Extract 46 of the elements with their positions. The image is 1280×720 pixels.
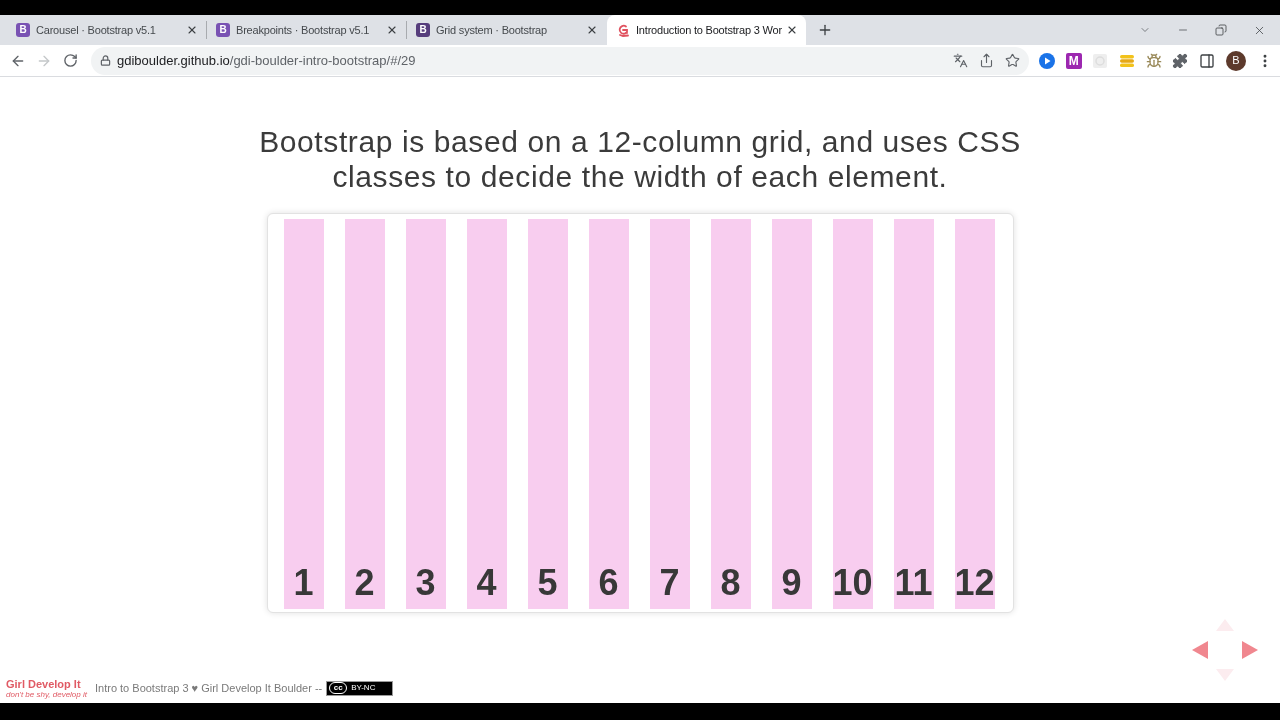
restore-icon[interactable] — [1215, 24, 1227, 36]
license-badge[interactable]: cc BY-NC — [326, 680, 394, 696]
column-number: 10 — [832, 565, 873, 601]
side-panel-icon[interactable] — [1199, 52, 1216, 69]
bookmark-star-icon[interactable] — [1005, 53, 1020, 68]
column-number: 5 — [537, 565, 558, 601]
next-arrow-icon[interactable] — [1242, 641, 1258, 659]
browser-tab[interactable]: B Grid system · Bootstrap — [407, 15, 606, 45]
bug-icon[interactable] — [1145, 52, 1162, 69]
lock-icon — [100, 55, 111, 66]
column-number: 3 — [415, 565, 436, 601]
previous-arrow-icon[interactable] — [1192, 641, 1208, 659]
new-tab-icon[interactable] — [817, 22, 833, 38]
column-number: 12 — [954, 565, 995, 601]
license-label: BY-NC — [351, 684, 376, 692]
column-number: 8 — [720, 565, 741, 601]
logo-tagline: don't be shy, develop it — [6, 689, 87, 699]
browser-tab[interactable]: Introduction to Bootstrap 3 Wor — [607, 15, 806, 45]
close-icon[interactable] — [786, 24, 798, 36]
reload-icon[interactable] — [63, 53, 78, 68]
share-icon[interactable] — [979, 53, 994, 68]
column-number: 4 — [476, 565, 497, 601]
close-icon[interactable] — [186, 24, 198, 36]
column-number: 11 — [894, 565, 933, 601]
play-circle-icon[interactable] — [1039, 52, 1055, 69]
translate-icon[interactable] — [953, 53, 968, 68]
column-number: 2 — [354, 565, 375, 601]
profile-button[interactable]: B — [1225, 50, 1246, 71]
browser-tab[interactable]: B Carousel · Bootstrap v5.1 — [7, 15, 206, 45]
column-number: 6 — [598, 565, 619, 601]
close-icon[interactable] — [386, 24, 398, 36]
letter-favicon-icon: B — [416, 23, 430, 37]
curl-favicon-icon — [616, 23, 630, 37]
address-bar[interactable]: gdiboulder.github.io/gdi-boulder-intro-bootstrap/#/29 — [91, 46, 1029, 75]
logo-title: Girl Develop It — [6, 677, 82, 690]
letter-favicon-icon: B — [16, 23, 30, 37]
browser-tab[interactable]: B Breakpoints · Bootstrap v5.1 — [207, 15, 406, 45]
column-number: 9 — [781, 565, 802, 601]
letter-favicon-icon: B — [216, 23, 230, 37]
column-number: 1 — [293, 565, 314, 601]
extension-button[interactable]: M — [1065, 52, 1082, 69]
close-icon[interactable] — [586, 24, 598, 36]
footer-text: Intro to Bootstrap 3 ♥ Girl Develop It Boulder -- — [95, 680, 323, 696]
slide-heading: Bootstrap is based on a 12-column grid, and uses CSS classes to decide the width of each element. — [258, 124, 1022, 194]
column-number: 7 — [659, 565, 680, 601]
extensions-puzzle-icon[interactable] — [1172, 52, 1189, 69]
